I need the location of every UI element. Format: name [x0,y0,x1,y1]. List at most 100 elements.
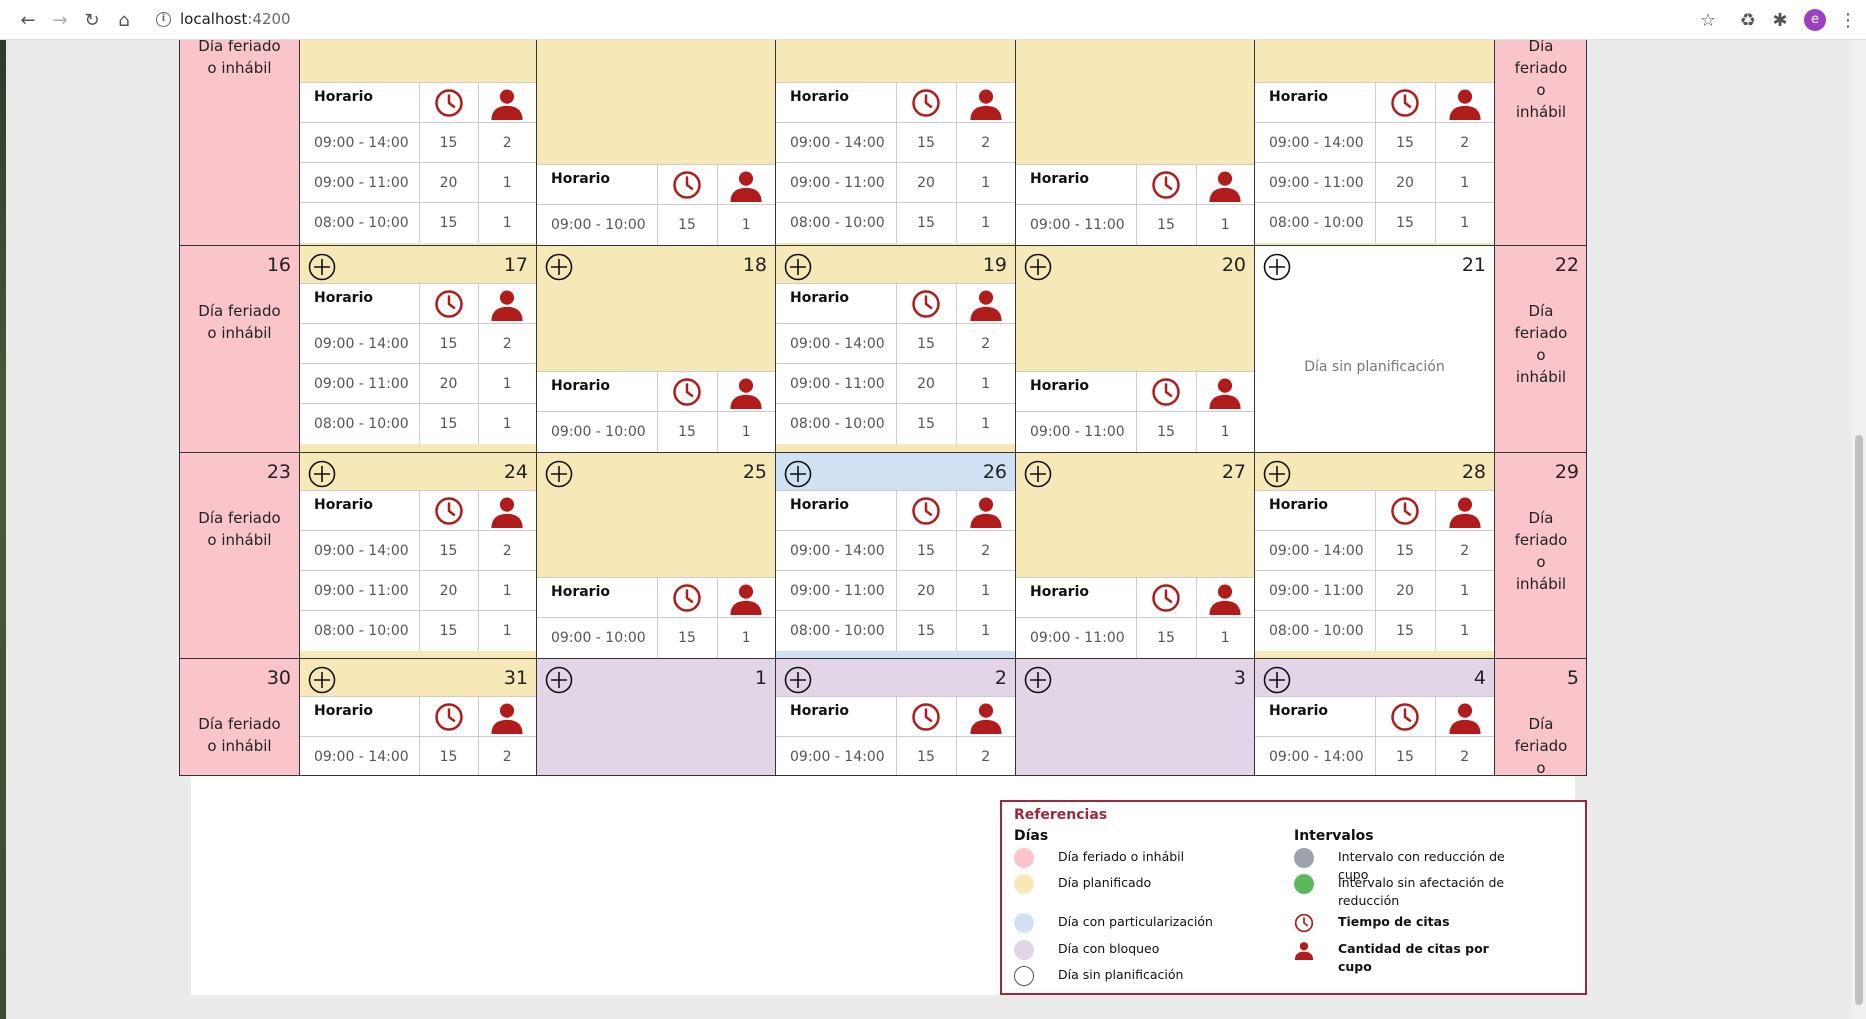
calendar-day-2[interactable]: 2Horario09:00 - 14:0015209:00 - 11:00201… [776,659,1016,775]
calendar-day-24[interactable]: 24 Horario 09:00 - 14:00 15 2 09:00 - 11:00 20… [300,453,537,659]
schedule-row[interactable]: 09:00 - 11:00 15 1 [1016,204,1254,245]
schedule-row[interactable]: 09:00 - 11:00 20 1 [300,363,536,404]
schedule-row[interactable]: 08:00 - 10:00 15 1 [300,610,536,651]
bookmark-star-icon[interactable]: ☆ [1696,8,1720,32]
add-schedule-plus-icon[interactable] [545,666,573,694]
add-schedule-plus-icon[interactable] [1263,460,1291,488]
schedule-row[interactable]: 09:00 - 14:00 15 2 [300,736,536,775]
calendar-day-27[interactable]: 27 Horario 09:00 - 11:00 15 1 [1016,453,1255,659]
schedule-header-label: Horario [300,283,419,324]
schedule-row[interactable]: 09:00 - 11:00 20 1 [300,570,536,611]
calendar-day-29[interactable]: 29 Día feriado o inhábil [1495,453,1586,659]
add-schedule-plus-icon[interactable] [1024,460,1052,488]
schedule-table: Horario09:00 - 14:0015209:00 - 11:002010… [300,82,536,243]
schedule-row[interactable]: 09:00 - 14:00 15 2 [300,122,536,163]
schedule-row[interactable]: 09:00 - 10:00 15 1 [537,411,775,452]
recycle-extension-icon[interactable]: ♻ [1736,8,1760,32]
calendar-day-17[interactable]: 17 Horario 09:00 - 14:00 15 2 09:00 - 11:00 20… [300,246,537,453]
add-schedule-plus-icon[interactable] [784,666,812,694]
site-info-icon[interactable]: i [156,12,171,27]
add-schedule-plus-icon[interactable] [545,253,573,281]
calendar-day-23[interactable]: 23 Día feriado o inhábil [180,453,300,659]
calendar-day-prev-2[interactable]: Horario 09:00 - 10:00 15 1 [537,40,776,246]
schedule-header-label: Horario [1016,164,1136,205]
add-schedule-plus-icon[interactable] [1263,253,1291,281]
calendar-day-1[interactable]: 1Horario09:00 - 10:00151 [537,659,776,775]
page-scrollbar[interactable] [1852,40,1866,1019]
schedule-row[interactable]: 09:00 - 14:00 15 2 [300,530,536,571]
add-schedule-plus-icon[interactable] [784,253,812,281]
calendar-day-31[interactable]: 31 Horario09:00 - 14:0015209:00 - 11:0020… [300,659,537,775]
schedule-row[interactable]: 09:00 - 14:00 15 2 [1255,530,1494,571]
appointments-per-slot: 1 [955,363,1015,404]
schedule-row[interactable]: 09:00 - 11:00 20 1 [300,162,536,203]
calendar-day-prev-4[interactable]: Horario 09:00 - 11:00 15 1 [1016,40,1255,246]
schedule-row[interactable]: 08:00 - 10:00 15 1 [1255,610,1494,651]
back-arrow-icon[interactable]: ← [16,8,40,32]
schedule-row[interactable]: 09:00 - 11:00 20 1 [776,570,1015,611]
schedule-row[interactable]: 09:00 - 11:00 20 1 [1255,570,1494,611]
calendar-day-21[interactable]: 21 Día sin planificación [1255,246,1495,453]
calendar-day-28[interactable]: 28 Horario 09:00 - 14:00 15 2 09:00 - 11:00 20… [1255,453,1495,659]
legend-intervals-heading: Intervalos [1294,828,1374,844]
calendar-day-5[interactable]: 5 Día feriado o inhábil [1495,659,1586,776]
add-schedule-plus-icon[interactable] [1263,666,1291,694]
calendar-day-16[interactable]: 16 Día feriado o inhábil [180,246,300,453]
legend-day-item: Día con bloqueo [1014,940,1274,960]
schedule-row[interactable]: 09:00 - 14:00 15 2 [776,122,1015,163]
calendar-day-26[interactable]: 26 Horario 09:00 - 14:00 15 2 09:00 - 11:00 20… [776,453,1016,659]
calendar-day-prev-5[interactable]: Horario 09:00 - 14:00 15 2 09:00 - 11:00 20 1 0… [1255,40,1495,246]
holiday-label: Día feriado o inhábil [1514,715,1568,776]
schedule-row[interactable]: 08:00 - 10:00 15 1 [776,202,1015,243]
scrollbar-thumb[interactable] [1855,435,1863,1005]
add-schedule-plus-icon[interactable] [784,460,812,488]
add-schedule-plus-icon[interactable] [1024,253,1052,281]
schedule-row[interactable]: 08:00 - 10:00 15 1 [776,610,1015,651]
add-schedule-plus-icon[interactable] [545,460,573,488]
day-number: 16 [266,254,291,276]
schedule-row[interactable]: 09:00 - 10:00 15 1 [537,204,775,245]
profile-avatar[interactable]: e [1804,9,1826,31]
schedule-row[interactable]: 08:00 - 10:00 15 1 [300,202,536,243]
schedule-row[interactable]: 09:00 - 11:00 15 1 [1016,411,1254,452]
schedule-row[interactable]: 08:00 - 10:00 15 1 [300,403,536,444]
calendar-day-25[interactable]: 25 Horario 09:00 - 10:00 15 1 [537,453,776,659]
browser-menu-icon[interactable]: ⋮ [1836,8,1860,32]
add-schedule-plus-icon[interactable] [308,460,336,488]
schedule-row[interactable]: 09:00 - 14:00 15 2 [776,323,1015,364]
schedule-row[interactable]: 09:00 - 11:00 20 1 [776,162,1015,203]
calendar-day-prev-6[interactable]: Día feriado o inhábil [1495,40,1586,246]
schedule-row[interactable]: 09:00 - 10:00 15 1 [537,617,775,658]
schedule-row[interactable]: 08:00 - 10:00 15 1 [1255,202,1494,243]
calendar-day-prev-3[interactable]: Horario 09:00 - 14:00 15 2 09:00 - 11:00 20 1 0… [776,40,1016,246]
schedule-row[interactable]: 09:00 - 14:00 15 2 [1255,122,1494,163]
add-schedule-plus-icon[interactable] [1024,666,1052,694]
add-schedule-plus-icon[interactable] [308,666,336,694]
address-bar[interactable]: localhost:4200 [180,10,291,28]
calendar-day-20[interactable]: 20 Horario 09:00 - 11:00 15 1 [1016,246,1255,453]
legend-title: Referencias [1014,807,1108,823]
schedule-row[interactable]: 09:00 - 14:00 15 2 [776,736,1015,775]
calendar-day-18[interactable]: 18 Horario 09:00 - 10:00 15 1 [537,246,776,453]
calendar-day-prev-0[interactable]: Día feriado o inhábil [180,40,300,246]
forward-arrow-icon[interactable]: → [48,8,72,32]
schedule-row[interactable]: 09:00 - 11:00 20 1 [776,363,1015,404]
schedule-table: Horario 09:00 - 10:00 15 1 [537,164,775,245]
schedule-row[interactable]: 09:00 - 14:00 15 2 [776,530,1015,571]
add-schedule-plus-icon[interactable] [308,253,336,281]
schedule-row[interactable]: 09:00 - 14:00 15 2 [1255,736,1494,775]
calendar-day-3[interactable]: 3Horario09:00 - 11:00151 [1016,659,1255,775]
home-icon[interactable]: ⌂ [112,8,136,32]
schedule-row[interactable]: 09:00 - 11:00 20 1 [1255,162,1494,203]
extensions-puzzle-icon[interactable]: ✱ [1768,8,1792,32]
schedule-row[interactable]: 09:00 - 14:00 15 2 [300,323,536,364]
calendar-day-prev-1[interactable]: Horario 09:00 - 14:00 15 2 09:00 - 11:00 20 1 0… [300,40,537,246]
schedule-time-range: 09:00 - 11:00 [776,363,896,404]
calendar-day-4[interactable]: 4 Horario09:00 - 14:0015209:00 - 11:00201… [1255,659,1495,775]
schedule-row[interactable]: 09:00 - 11:00 15 1 [1016,617,1254,658]
calendar-day-19[interactable]: 19 Horario 09:00 - 14:00 15 2 09:00 - 11:00 20… [776,246,1016,453]
calendar-day-30[interactable]: 30 Día feriado o inhábil [180,659,300,775]
schedule-row[interactable]: 08:00 - 10:00 15 1 [776,403,1015,444]
calendar-day-22[interactable]: 22 Día feriado o inhábil [1495,246,1586,453]
reload-icon[interactable]: ↻ [80,8,104,32]
